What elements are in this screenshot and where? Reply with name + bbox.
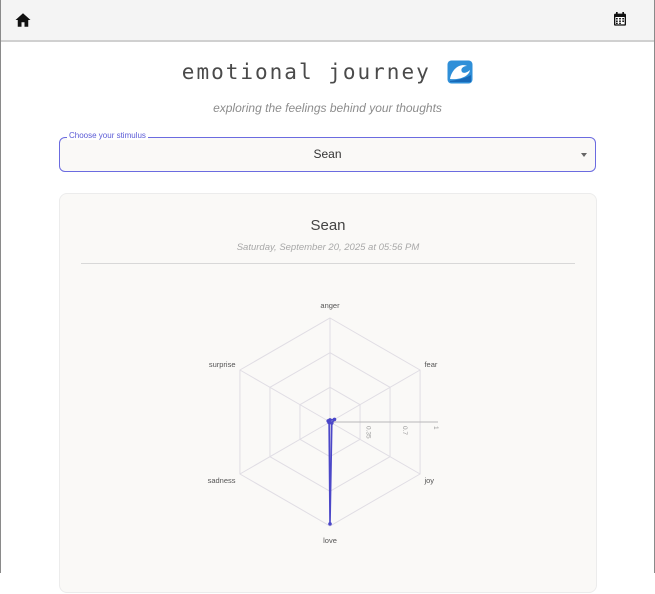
wave-emoji-icon [447, 60, 473, 84]
radial-tick-label-1: 0.35 [364, 426, 371, 439]
axis-label-sadness: sadness [208, 476, 236, 485]
axis-label-anger: anger [320, 301, 340, 310]
calendar-icon[interactable] [612, 11, 630, 29]
grid-spoke-surprise [239, 369, 331, 423]
grid-spoke-sadness [239, 421, 331, 475]
stimulus-select-value: Sean [313, 147, 342, 161]
home-icon[interactable] [14, 11, 32, 29]
stimulus-select[interactable]: Sean [59, 137, 596, 172]
page-subtitle: exploring the feelings behind your thoug… [213, 101, 442, 115]
page-title: emotional journey [181, 60, 431, 84]
radial-tick-label-2: 0.7 [401, 426, 408, 435]
page-header: emotional journey [1, 60, 654, 84]
emotion-radar-chart: 0.35 0.7 1 anger fear joy love sadness surprise [208, 301, 439, 545]
stimulus-select-label: Choose your stimulus [67, 131, 148, 140]
axis-label-joy: joy [423, 476, 434, 485]
axis-label-fear: fear [424, 360, 437, 369]
top-navigation-bar [1, 0, 654, 42]
series-area-1 [327, 418, 336, 525]
radial-tick-label-3: 1 [432, 426, 439, 430]
chevron-down-icon[interactable] [581, 153, 587, 157]
data-point-surprise [326, 419, 330, 423]
data-point-love [328, 522, 332, 526]
grid-spoke-fear [329, 369, 421, 423]
entry-card: Sean Saturday, September 20, 2025 at 05:… [59, 193, 597, 593]
data-point-fear [332, 417, 337, 422]
axis-label-love: love [323, 536, 337, 545]
axis-label-surprise: surprise [209, 360, 236, 369]
